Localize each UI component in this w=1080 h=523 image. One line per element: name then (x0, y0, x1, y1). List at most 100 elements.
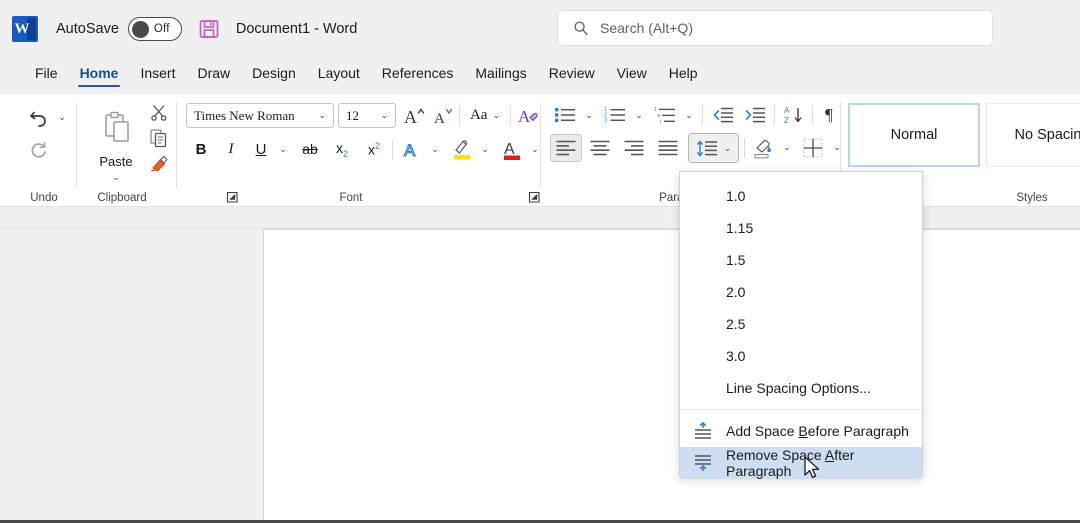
tab-layout[interactable]: Layout (307, 58, 371, 91)
multilevel-dropdown-chevron[interactable]: ⌄ (680, 104, 698, 126)
divider (774, 105, 775, 125)
tab-view[interactable]: View (606, 58, 658, 91)
divider (392, 140, 393, 160)
text-highlight-button[interactable] (448, 134, 476, 164)
save-icon[interactable] (198, 18, 220, 40)
ribbon-group-label-font: Font (186, 192, 516, 204)
shading-button[interactable] (748, 133, 778, 163)
justify-button[interactable] (652, 134, 684, 162)
chevron-down-icon: ⌄ (724, 143, 732, 154)
decrease-indent-button[interactable] (708, 102, 738, 128)
search-input[interactable]: Search (Alt+Q) (557, 10, 993, 46)
sort-button[interactable]: A Z (780, 102, 808, 128)
bullets-dropdown-chevron[interactable]: ⌄ (580, 104, 598, 126)
chevron-down-icon: ⌄ (635, 110, 643, 121)
align-left-button[interactable] (550, 134, 582, 162)
group-separator (540, 102, 541, 188)
bullets-button[interactable] (550, 102, 580, 128)
align-center-button[interactable] (584, 134, 616, 162)
menu-item-label: 1.0 (726, 188, 745, 204)
italic-button[interactable]: I (218, 136, 244, 162)
grow-font-button[interactable]: A (400, 102, 427, 129)
tab-mailings[interactable]: Mailings (464, 58, 537, 91)
style-card-normal[interactable]: Normal (848, 103, 980, 167)
shading-dropdown-chevron[interactable]: ⌄ (778, 136, 796, 158)
increase-indent-button[interactable] (740, 102, 770, 128)
style-card-label: Normal (891, 127, 938, 143)
font-size-combo[interactable]: 12 ⌄ (338, 103, 396, 128)
numbering-button[interactable]: 1 2 3 (600, 102, 630, 128)
strikethrough-button[interactable]: ab (296, 136, 324, 162)
menu-item-2-5[interactable]: 2.5 (680, 308, 922, 340)
tab-insert[interactable]: Insert (129, 58, 186, 91)
undo-dropdown-chevron[interactable]: ⌄ (54, 106, 70, 128)
subscript-button[interactable]: x2 (328, 136, 356, 162)
text-effects-button[interactable]: A (398, 135, 426, 163)
shrink-font-button[interactable]: A (429, 102, 456, 129)
numbering-dropdown-chevron[interactable]: ⌄ (630, 104, 648, 126)
word-window: W AutoSave Off Document1 - Word Sear (0, 0, 1080, 523)
tab-help[interactable]: Help (658, 58, 709, 91)
svg-text:A: A (434, 111, 445, 127)
menu-item-1-5[interactable]: 1.5 (680, 244, 922, 276)
multilevel-list-button[interactable]: 1 a i (650, 102, 680, 128)
menu-item-line-spacing-options[interactable]: Line Spacing Options... (680, 372, 922, 404)
align-right-button[interactable] (618, 134, 650, 162)
menu-item-1-15[interactable]: 1.15 (680, 212, 922, 244)
divider (702, 105, 703, 125)
group-separator (76, 102, 77, 188)
tab-home[interactable]: Home (69, 58, 130, 91)
ribbon-group-font: Times New Roman ⌄ 12 ⌄ A A (178, 94, 538, 207)
line-spacing-button[interactable]: ⌄ (688, 133, 739, 163)
svg-text:3: 3 (604, 118, 607, 124)
change-case-button[interactable]: Aa ⌄ (464, 102, 506, 129)
change-case-icon: Aa (470, 107, 488, 124)
font-color-button[interactable]: A (498, 134, 526, 164)
superscript-button[interactable]: x2 (360, 136, 388, 162)
highlight-dropdown-chevron[interactable]: ⌄ (476, 138, 494, 160)
chevron-down-icon: ⌄ (380, 110, 388, 121)
divider (812, 105, 813, 125)
font-dialog-launcher-icon[interactable] (528, 191, 541, 204)
paragraph-marks-button[interactable]: ¶ (816, 102, 842, 128)
underline-dropdown-chevron[interactable]: ⌄ (274, 138, 292, 160)
tab-file[interactable]: File (24, 58, 69, 91)
cut-button[interactable] (146, 100, 172, 124)
tab-design[interactable]: Design (241, 58, 307, 91)
tab-draw[interactable]: Draw (186, 58, 241, 91)
copy-button[interactable] (146, 126, 172, 150)
menu-item-label: 1.5 (726, 252, 745, 268)
paste-dropdown-chevron[interactable]: ⌄ (106, 170, 126, 184)
underline-button[interactable]: U (248, 136, 274, 162)
style-card-no-spacing[interactable]: No Spacing (986, 103, 1080, 167)
menu-item-2-0[interactable]: 2.0 (680, 276, 922, 308)
chevron-down-icon: ⌄ (431, 144, 439, 155)
menu-item-1-0[interactable]: 1.0 (680, 180, 922, 212)
redo-button[interactable] (24, 136, 54, 164)
ribbon-group-undo: ⌄ Undo (12, 94, 76, 207)
document-page[interactable] (263, 229, 1080, 523)
text-effects-dropdown-chevron[interactable]: ⌄ (426, 138, 444, 160)
subscript-label: x2 (336, 140, 348, 159)
chevron-down-icon: ⌄ (318, 110, 326, 121)
tab-review[interactable]: Review (538, 58, 606, 91)
font-size-value: 12 (346, 108, 359, 124)
undo-button[interactable] (24, 104, 54, 132)
autosave-toggle[interactable]: Off (128, 17, 182, 41)
format-painter-button[interactable] (146, 152, 172, 176)
tab-references[interactable]: References (371, 58, 465, 91)
line-spacing-menu: 1.0 1.15 1.5 2.0 2.5 3.0 Line Spacing Op… (679, 171, 923, 477)
menu-item-3-0[interactable]: 3.0 (680, 340, 922, 372)
bold-button[interactable]: B (188, 136, 214, 162)
svg-text:i: i (660, 119, 661, 124)
font-family-combo[interactable]: Times New Roman ⌄ (186, 103, 334, 128)
clear-formatting-button[interactable]: A (515, 102, 543, 129)
borders-button[interactable] (798, 133, 828, 163)
menu-item-add-space-before-paragraph[interactable]: Add Space Before Paragraph (680, 415, 922, 447)
menu-item-remove-space-after-paragraph[interactable]: Remove Space After Paragraph (680, 447, 922, 479)
menu-item-label: 2.5 (726, 316, 745, 332)
style-card-label: No Spacing (1015, 127, 1080, 143)
ribbon-group-label-undo: Undo (12, 192, 76, 204)
menu-separator (680, 409, 922, 410)
paste-button[interactable] (88, 102, 144, 154)
